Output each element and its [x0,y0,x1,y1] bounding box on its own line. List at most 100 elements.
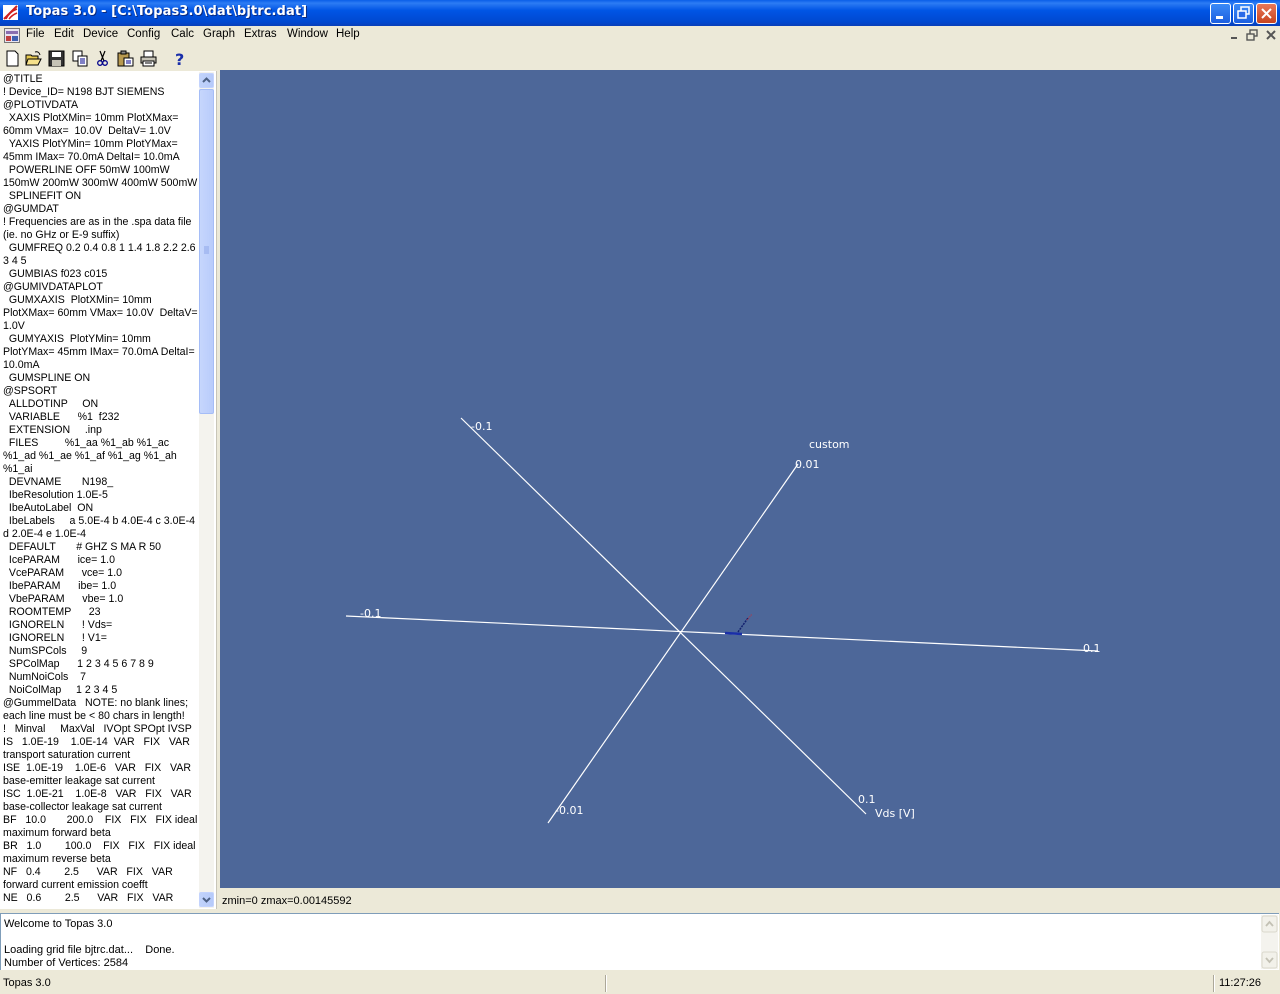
minimize-icon [1216,16,1223,19]
axis-y-max-label: 0.1 [858,793,876,806]
axis-z-min-label: -0.01 [555,804,583,817]
axis-z-title: custom [809,438,850,451]
editor-line: YAXIS PlotYMin= 10mm PlotYMax= 45mm IMax… [3,138,181,163]
menu-config[interactable]: Config [126,28,161,40]
axis-y-line [460,417,867,815]
status-clock: 11:27:26 [1219,977,1262,989]
log-scroll-arrows[interactable] [1261,915,1278,969]
editor-line: POWERLINE OFF 50mW 100mW 150mW 200mW 300… [3,164,198,189]
editor-line: @SPSORT [3,385,58,397]
axis-x-title: Vds [V] [875,807,915,820]
editor-line: @TITLE [3,73,43,85]
status-text: Topas 3.0 [3,977,51,989]
window-close-button[interactable] [1256,3,1277,24]
log-line: Loading grid file bjtrc.dat... Done. [4,944,175,956]
log-output-pane[interactable]: Welcome to Topas 3.0 Loading grid file b… [0,913,1279,970]
menu-window[interactable]: Window [286,28,329,40]
save-disk-icon[interactable] [48,50,65,67]
paste-clipboard-icon[interactable] [117,50,134,67]
editor-line: @PLOTIVDATA [3,99,79,111]
editor-line: SPColMap 1 2 3 4 5 6 7 8 9 [3,658,154,670]
axis-z-max-label: 0.01 [795,458,820,471]
editor-line: IcePARAM ice= 1.0 [3,554,115,566]
topas-app-icon [3,5,18,20]
new-file-icon[interactable] [4,50,21,67]
print-icon[interactable] [140,50,157,67]
menu-edit[interactable]: Edit [53,28,75,40]
axis-y-min-label: -0.1 [471,420,492,433]
menu-file[interactable]: File [25,28,46,40]
editor-line: IS 1.0E-19 1.0E-14 VAR FIX VAR transport… [3,736,193,761]
copy-icon[interactable] [72,50,89,67]
editor-line: EXTENSION .inp [3,424,102,436]
status-bar: Topas 3.0 11:27:26 [0,971,1280,994]
editor-line: BR 1.0 100.0 FIX FIX FIX ideal maximum r… [3,840,199,865]
editor-line: FILES %1_aa %1_ab %1_ac %1_ad %1_ae %1_a… [3,437,180,475]
document-system-menu-icon[interactable] [4,28,20,43]
window-title: Topas 3.0 - [C:\Topas3.0\dat\bjtrc.dat] [26,4,308,19]
status-divider [605,975,607,992]
menu-graph[interactable]: Graph [202,28,236,40]
menu-help[interactable]: Help [335,28,361,40]
chevron-down-icon [202,897,211,903]
editor-line: IGNORELN ! V1= [3,632,107,644]
data-surface-spike [737,617,749,633]
editor-line: SPLINEFIT ON [3,190,82,202]
editor-line: VARIABLE %1 f232 [3,411,120,423]
window-restore-button[interactable] [1233,3,1254,24]
close-icon [1261,8,1272,19]
scroll-thumb[interactable] [199,89,214,414]
editor-line: ISC 1.0E-21 1.0E-8 VAR FIX VAR base-coll… [3,788,195,813]
axis-x-min-label: -0.1 [360,607,381,620]
scroll-up-button[interactable] [199,73,214,88]
editor-line: ! Device_ID= N198 BJT SIEMENS [3,86,165,98]
data-surface-base [724,631,743,636]
mdi-close-button[interactable] [1264,29,1278,42]
axis-x-max-label: 0.1 [1083,642,1101,655]
editor-line: IbeAutoLabel ON [3,502,94,514]
menu-bar: File Edit Device Config Calc Graph Extra… [0,26,1280,45]
editor-line: IbeResolution 1.0E-5 [3,489,108,501]
script-editor-text[interactable]: @TITLE! Device_ID= N198 BJT SIEMENS @PLOT… [3,73,199,907]
menu-calc[interactable]: Calc [170,28,195,40]
editor-line: ! Minval MaxVal IVOpt SPOpt IVSP [3,723,192,735]
editor-line: @GUMDAT [3,203,59,215]
open-folder-icon[interactable] [25,50,42,67]
svg-text:?: ? [175,50,184,67]
log-output-text: Welcome to Topas 3.0 Loading grid file b… [4,918,175,970]
script-editor-pane[interactable]: @TITLE! Device_ID= N198 BJT SIEMENS @PLOT… [0,71,217,909]
mdi-restore-button[interactable] [1245,29,1259,42]
editor-line: NoiColMap 1 2 3 4 5 [3,684,118,696]
z-range-readout: zmin=0 zmax=0.00145592 [222,895,352,907]
editor-line: IGNORELN ! Vds= [3,619,113,631]
editor-vertical-scrollbar[interactable] [199,72,214,908]
plot-status-bar: zmin=0 zmax=0.00145592 [220,889,1280,911]
editor-line: ISE 1.0E-19 1.0E-6 VAR FIX VAR base-emit… [3,762,194,787]
window-minimize-button[interactable] [1210,3,1231,24]
cut-scissors-icon[interactable] [94,50,111,67]
plot-3d-canvas[interactable]: -0.1 0.1 Vds [V] -0.1 0.1 0.01 -0.01 cus… [220,70,1280,888]
editor-line: NF 0.4 2.5 VAR FIX VAR forward current e… [3,866,176,891]
editor-line: GUMBIAS f023 c015 [3,268,108,280]
menu-device[interactable]: Device [82,28,119,40]
mdi-minimize-button[interactable] [1228,29,1242,42]
menu-extras[interactable]: Extras [243,28,278,40]
plot-3d-svg: -0.1 0.1 Vds [V] -0.1 0.1 0.01 -0.01 cus… [345,417,1101,824]
editor-line: @GummelData NOTE: no blank lines; each l… [3,697,191,722]
help-question-icon[interactable]: ? [172,50,189,67]
editor-line: GUMXAXIS PlotXMin= 10mm PlotXMax= 60mm V… [3,294,198,332]
editor-line: NumNoiCols 7 [3,671,87,683]
chevron-up-icon [202,77,211,83]
log-line: Number of Vertices: 2584 [4,957,129,969]
editor-line: GUMSPLINE ON [3,372,91,384]
scroll-down-button[interactable] [199,892,214,907]
editor-line: GUMFREQ 0.2 0.4 0.8 1 1.4 1.8 2.2 2.6 3 … [3,242,199,267]
restore-icon [1237,6,1250,19]
log-vertical-scrollbar[interactable] [1261,915,1278,969]
editor-line: GUMYAXIS PlotYMin= 10mm PlotYMax= 45mm I… [3,333,198,371]
title-bar: Topas 3.0 - [C:\Topas3.0\dat\bjtrc.dat] [0,0,1280,26]
log-line: Welcome to Topas 3.0 [4,918,113,930]
toolbar: ? [0,46,1280,70]
editor-line: NumSPCols 9 [3,645,88,657]
